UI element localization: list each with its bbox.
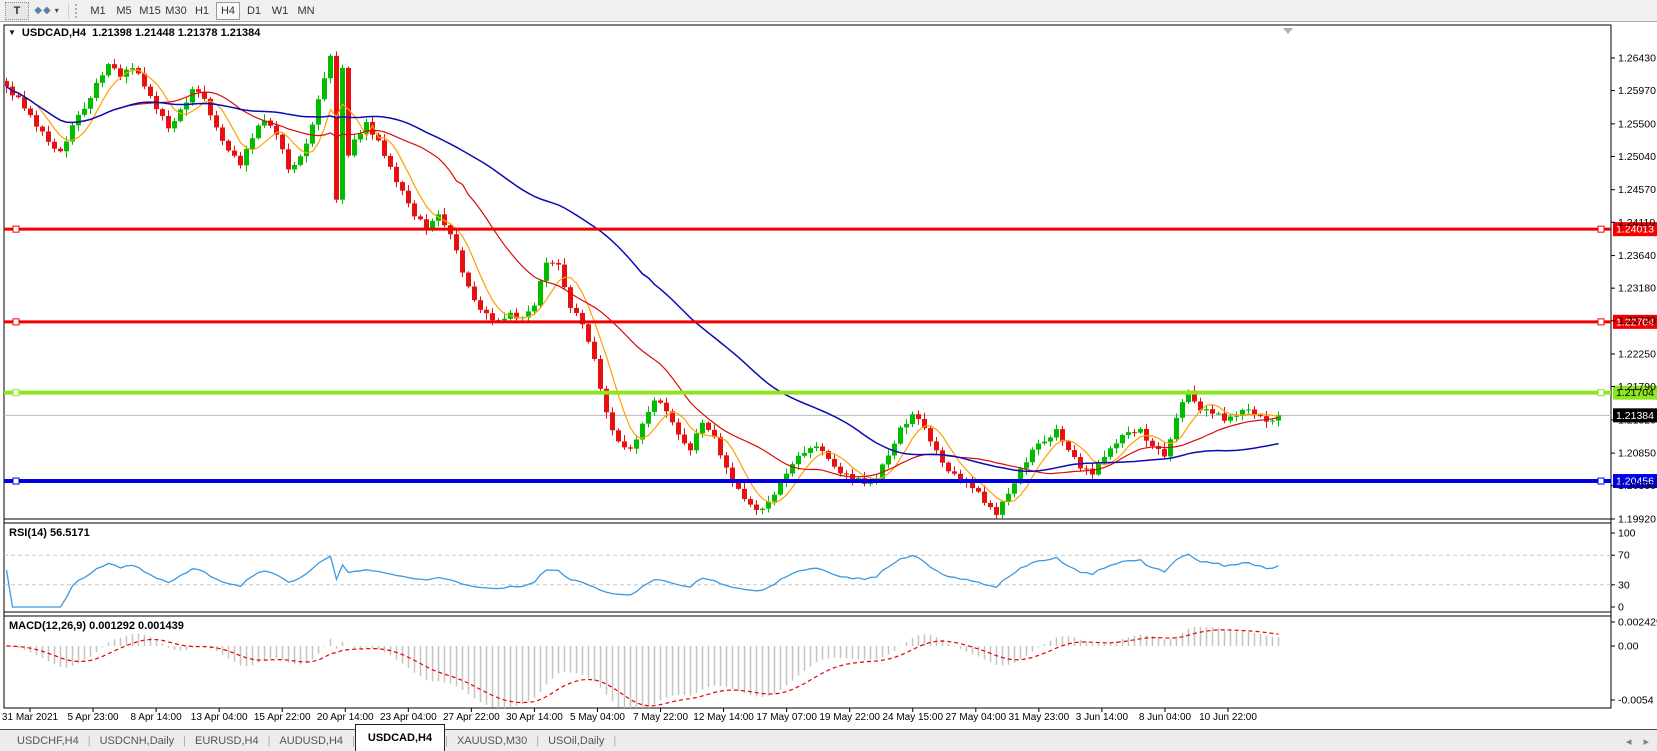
timeframe-button-m15[interactable]: M15 [138, 2, 162, 20]
price-tick-label: 1.25040 [1618, 151, 1656, 163]
price-tick-label: 1.22250 [1618, 349, 1656, 361]
toolbar: T ◆◆ ▾ M1M5M15M30H1H4D1W1MN [0, 0, 1657, 22]
price-tick-label: 1.25970 [1618, 85, 1656, 97]
time-tick-label: 17 May 07:00 [756, 712, 817, 722]
draw-objects-icon: ◆◆ [34, 5, 51, 16]
time-tick-label: 24 May 15:00 [882, 712, 943, 722]
tab-usdcad-h4[interactable]: USDCAD,H4 [355, 724, 445, 751]
price-tick-label: 1.24110 [1618, 217, 1655, 229]
timeframe-button-m1[interactable]: M1 [86, 2, 110, 20]
time-tick-label: 23 Apr 04:00 [380, 712, 437, 722]
svg-text:1.21384: 1.21384 [1616, 410, 1654, 422]
tab-list: USDCHF,H4|USDCNH,Daily|EURUSD,H4|AUDUSD,… [8, 730, 616, 751]
chart-svg[interactable]: 1.240131.227041.217041.204561.264301.259… [0, 22, 1657, 722]
price-tick-label: 1.20390 [1618, 480, 1656, 492]
line-handle[interactable] [13, 390, 19, 396]
current-price-label: 1.21384 [1613, 408, 1657, 422]
time-tick-label: 7 May 22:00 [633, 712, 688, 722]
price-tick-label: 1.23180 [1618, 283, 1656, 295]
line-handle[interactable] [13, 319, 19, 325]
chart-ohlc-values: 1.21398 1.21448 1.21378 1.21384 [92, 27, 260, 39]
tab-separator: | [613, 730, 616, 751]
time-tick-label: 10 Jun 22:00 [1199, 712, 1257, 722]
price-tick-label: 1.23640 [1618, 250, 1656, 262]
price-tick-label: 1.25500 [1618, 118, 1656, 130]
time-tick-label: 19 May 22:00 [819, 712, 880, 722]
time-tick-label: 20 Apr 14:00 [317, 712, 374, 722]
time-tick-label: 12 May 14:00 [693, 712, 754, 722]
timeframe-button-mn[interactable]: MN [294, 2, 318, 20]
timeframe-button-h4[interactable]: H4 [216, 2, 240, 20]
macd-tick-label: 0.002429 [1618, 617, 1657, 629]
tab-xauusd-m30[interactable]: XAUUSD,M30 [448, 730, 536, 751]
chart-collapse-icon[interactable]: ▼ [8, 28, 16, 38]
tab-scroll-arrows: ◂ ▸ [1626, 735, 1649, 748]
timeframe-button-m30[interactable]: M30 [164, 2, 188, 20]
toolbar-grip [75, 4, 80, 18]
line-handle[interactable] [13, 226, 19, 232]
chevron-down-icon: ▾ [55, 6, 60, 15]
tab-usdchf-h4[interactable]: USDCHF,H4 [8, 730, 88, 751]
timeframe-button-d1[interactable]: D1 [242, 2, 266, 20]
time-tick-label: 15 Apr 22:00 [254, 712, 311, 722]
tab-strip: USDCHF,H4|USDCNH,Daily|EURUSD,H4|AUDUSD,… [0, 729, 1657, 751]
timeframe-button-h1[interactable]: H1 [190, 2, 214, 20]
time-tick-label: 31 May 23:00 [1009, 712, 1070, 722]
chart-symbol-label: USDCAD,H4 [22, 27, 86, 39]
line-handle[interactable] [1598, 226, 1604, 232]
chart-title: ▼ USDCAD,H4 1.21398 1.21448 1.21378 1.21… [8, 27, 260, 39]
macd-indicator-label: MACD(12,26,9) 0.001292 0.001439 [9, 620, 184, 632]
price-tick-label: 1.24570 [1618, 184, 1656, 196]
time-tick-label: 5 May 04:00 [570, 712, 625, 722]
time-tick-label: 13 Apr 04:00 [191, 712, 248, 722]
chart-area[interactable]: 1.240131.227041.217041.204561.264301.259… [0, 22, 1657, 722]
price-axis: 1.26430 1.25970 1.25500 1.25040 1.24570 1.241… [1611, 53, 1656, 526]
text-tool-button[interactable]: T [5, 2, 29, 20]
scroll-right-icon[interactable]: ▸ [1643, 735, 1649, 748]
time-axis: 31 Mar 2021 5 Apr 23:00 8 Apr 14:00 13 Apr … [2, 708, 1257, 722]
time-tick-label: 30 Apr 14:00 [506, 712, 563, 722]
rsi-tick-label: 0 [1618, 602, 1624, 614]
tab-usdcnh-daily[interactable]: USDCNH,Daily [91, 730, 184, 751]
rsi-tick-label: 70 [1618, 550, 1630, 562]
line-handle[interactable] [13, 478, 19, 484]
tab-audusd-h4[interactable]: AUDUSD,H4 [270, 730, 352, 751]
price-tick-label: 1.21790 [1618, 381, 1656, 393]
tab-eurusd-h4[interactable]: EURUSD,H4 [186, 730, 268, 751]
time-tick-label: 3 Jun 14:00 [1076, 712, 1129, 722]
line-handle[interactable] [1598, 390, 1604, 396]
price-tick-label: 1.20850 [1618, 448, 1656, 460]
time-tick-label: 8 Apr 14:00 [131, 712, 183, 722]
macd-axis: 0.002429 0.00 -0.0054 [1611, 617, 1657, 707]
time-tick-label: 27 Apr 22:00 [443, 712, 500, 722]
price-tick-label: 1.22720 [1618, 315, 1656, 327]
time-tick-label: 27 May 04:00 [945, 712, 1006, 722]
rsi-indicator-label: RSI(14) 56.5171 [9, 527, 90, 539]
rsi-axis: 100 70 30 0 [1611, 528, 1636, 614]
scroll-left-icon[interactable]: ◂ [1626, 735, 1632, 748]
macd-tick-label: -0.0054 [1618, 695, 1654, 707]
price-tick-label: 1.19920 [1618, 513, 1656, 525]
tab-usoil-daily[interactable]: USOil,Daily [539, 730, 613, 751]
rsi-tick-label: 30 [1618, 579, 1630, 591]
line-handle[interactable] [1598, 319, 1604, 325]
rsi-tick-label: 100 [1618, 528, 1636, 540]
time-tick-label: 5 Apr 23:00 [67, 712, 119, 722]
macd-tick-label: 0.00 [1618, 641, 1639, 653]
line-handle[interactable] [1598, 478, 1604, 484]
price-tick-label: 1.26430 [1618, 53, 1656, 65]
chart-tab-bar: USDCHF,H4|USDCNH,Daily|EURUSD,H4|AUDUSD,… [0, 722, 1657, 751]
toolbar-separator [68, 3, 69, 19]
timeframe-button-m5[interactable]: M5 [112, 2, 136, 20]
timeframe-button-group: M1M5M15M30H1H4D1W1MN [85, 2, 319, 20]
time-tick-label: 8 Jun 04:00 [1139, 712, 1192, 722]
objects-tool-button[interactable]: ◆◆ ▾ [31, 2, 63, 20]
pane-borders [4, 25, 1611, 708]
timeframe-button-w1[interactable]: W1 [268, 2, 292, 20]
time-tick-label: 31 Mar 2021 [2, 712, 59, 722]
